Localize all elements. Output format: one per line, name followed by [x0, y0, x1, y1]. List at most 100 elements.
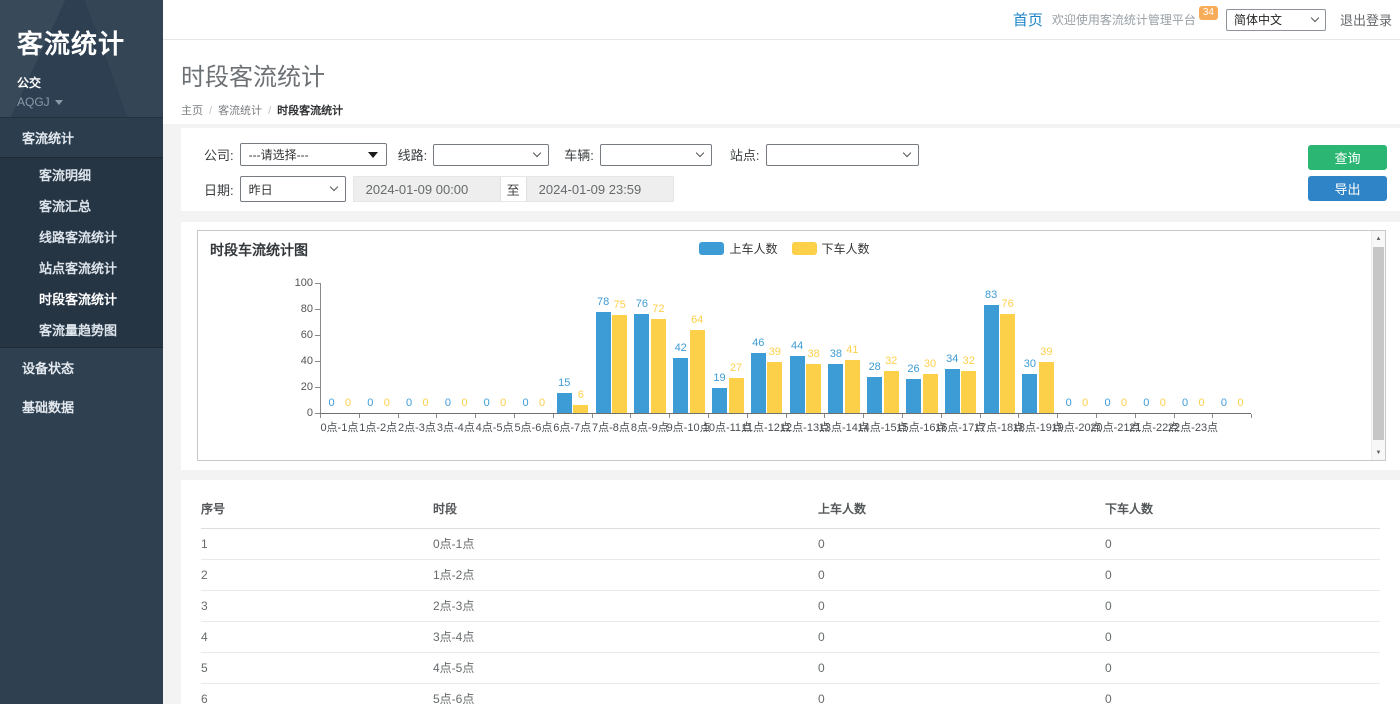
y-axis-label: 20 — [279, 381, 313, 393]
table-header-cell: 上车人数 — [818, 490, 1105, 529]
table-row: 65点-6点00 — [201, 684, 1380, 704]
table-header: 序号时段上车人数下车人数 — [201, 490, 1380, 529]
scroll-down-icon[interactable]: ▼ — [1372, 446, 1385, 459]
bar-boarding — [1022, 374, 1037, 413]
table-header-cell: 序号 — [201, 490, 433, 529]
date-preset-value: 昨日 — [249, 181, 273, 198]
x-axis-tick — [863, 414, 864, 418]
table-cell: 0 — [1105, 653, 1380, 684]
table-cell: 0 — [818, 529, 1105, 560]
sidebar-subitem[interactable]: 站点客流统计 — [0, 252, 163, 283]
table-cell: 6 — [201, 684, 433, 704]
x-axis-tick — [1096, 414, 1097, 418]
bar-boarding — [867, 377, 882, 413]
y-axis-label: 0 — [279, 407, 313, 419]
notification-badge: 34 — [1199, 6, 1218, 20]
breadcrumb-link[interactable]: 客流统计 — [218, 105, 262, 117]
x-axis-tick — [980, 414, 981, 418]
filter-row-2: 日期: 昨日 2024-01-09 00:00 至 2024-01-09 23:… — [204, 176, 1400, 202]
sidebar-item[interactable]: 基础数据 — [0, 387, 163, 426]
chevron-down-icon — [1311, 13, 1319, 21]
chart-scrollbar[interactable]: ▲ ▼ — [1371, 231, 1385, 460]
table-cell: 0 — [818, 591, 1105, 622]
station-select[interactable] — [766, 144, 919, 166]
logout-link[interactable]: 退出登录 — [1340, 10, 1392, 29]
sidebar-subitem[interactable]: 客流明细 — [0, 159, 163, 190]
chevron-down-icon — [533, 148, 541, 156]
sidebar-menu: 客流统计客流明细客流汇总线路客流统计站点客流统计时段客流统计客流量趋势图设备状态… — [0, 117, 163, 426]
scrollbar-thumb[interactable] — [1373, 247, 1384, 440]
bar-value-label: 0 — [1223, 397, 1258, 409]
sidebar-subitem[interactable]: 时段客流统计 — [0, 283, 163, 314]
bar-boarding — [906, 379, 921, 413]
sidebar-subitem[interactable]: 线路客流统计 — [0, 221, 163, 252]
sidebar-item[interactable]: 设备状态 — [0, 348, 163, 387]
bar-boarding — [596, 312, 611, 413]
date-preset-select[interactable]: 昨日 — [240, 176, 346, 202]
table-cell: 2 — [201, 560, 433, 591]
bar-alighting — [961, 371, 976, 413]
table-cell: 1 — [201, 529, 433, 560]
x-axis-tick — [475, 414, 476, 418]
y-axis-label: 100 — [279, 277, 313, 289]
scroll-up-icon[interactable]: ▲ — [1372, 232, 1385, 245]
filter-panel: 公司: ---请选择--- 线路: 车辆: 站点: — [181, 128, 1400, 211]
x-axis-tick — [1135, 414, 1136, 418]
chart-plot: 020406080100000点-1点001点-2点002点-3点003点-4点… — [198, 231, 1385, 460]
bar-alighting — [923, 374, 938, 413]
breadcrumb: 主页/客流统计/时段客流统计 — [181, 102, 1400, 118]
date-to-input[interactable]: 2024-01-09 23:59 — [527, 177, 673, 201]
bar-value-label: 0 — [525, 397, 560, 409]
language-select[interactable]: 简体中文 — [1226, 9, 1326, 31]
x-axis-tick — [1251, 414, 1252, 418]
sidebar-item[interactable]: 客流统计 — [0, 117, 163, 157]
company-select[interactable]: ---请选择--- — [240, 143, 387, 166]
sidebar-subitem[interactable]: 客流量趋势图 — [0, 314, 163, 345]
breadcrumb-link[interactable]: 主页 — [181, 105, 203, 117]
content: 公司: ---请选择--- 线路: 车辆: 站点: — [163, 124, 1400, 704]
page-title: 时段客流统计 — [181, 57, 1400, 92]
bar-alighting — [612, 315, 627, 413]
y-axis-tick — [315, 335, 320, 336]
org-code: AQGJ — [17, 95, 50, 109]
table-body: 10点-1点0021点-2点0032点-3点0043点-4点0054点-5点00… — [201, 529, 1380, 704]
table-row: 32点-3点00 — [201, 591, 1380, 622]
company-label: 公司: — [204, 145, 234, 164]
table-cell: 0点-1点 — [433, 529, 818, 560]
line-label: 线路: — [398, 145, 428, 164]
table-cell: 2点-3点 — [433, 591, 818, 622]
line-select[interactable] — [433, 144, 549, 166]
bar-alighting — [573, 405, 588, 413]
x-axis-tick — [941, 414, 942, 418]
table-header-cell: 时段 — [433, 490, 818, 529]
x-axis-tick — [320, 414, 321, 418]
table-cell: 0 — [1105, 591, 1380, 622]
x-axis-tick — [902, 414, 903, 418]
bar-alighting — [651, 319, 666, 413]
data-table: 序号时段上车人数下车人数 10点-1点0021点-2点0032点-3点0043点… — [201, 490, 1380, 704]
home-link[interactable]: 首页 — [1013, 9, 1043, 30]
main-area: 首页 欢迎使用客流统计管理平台 34 简体中文 退出登录 时段客流统计 主页/客… — [163, 0, 1400, 704]
table-row: 21点-2点00 — [201, 560, 1380, 591]
org-name: 公交 — [17, 74, 163, 91]
export-button[interactable]: 导出 — [1308, 176, 1387, 201]
date-range-separator: 至 — [500, 177, 527, 201]
table-header-cell: 下车人数 — [1105, 490, 1380, 529]
vehicle-select[interactable] — [600, 144, 712, 166]
bar-value-label: 41 — [835, 344, 870, 356]
sidebar-subitem[interactable]: 客流汇总 — [0, 190, 163, 221]
org-selector[interactable]: AQGJ — [17, 95, 163, 109]
table-row: 10点-1点00 — [201, 529, 1380, 560]
bar-boarding — [712, 388, 727, 413]
date-from-input[interactable]: 2024-01-09 00:00 — [354, 177, 500, 201]
bar-boarding — [790, 356, 805, 413]
x-axis-tick — [824, 414, 825, 418]
caret-down-icon — [55, 100, 63, 105]
chevron-down-icon — [329, 183, 337, 191]
bar-alighting — [806, 364, 821, 413]
table-row: 43点-4点00 — [201, 622, 1380, 653]
x-axis-tick — [514, 414, 515, 418]
query-button[interactable]: 查询 — [1308, 145, 1387, 170]
page-header: 时段客流统计 主页/客流统计/时段客流统计 — [163, 40, 1400, 124]
table-row: 54点-5点00 — [201, 653, 1380, 684]
